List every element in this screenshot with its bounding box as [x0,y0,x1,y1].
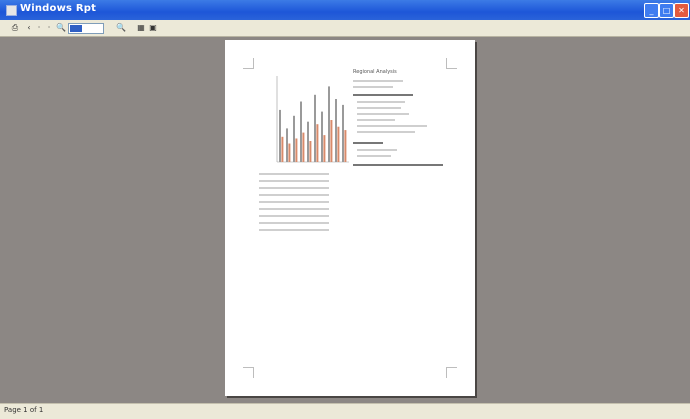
chart-bar [295,138,298,162]
chart-bar [314,94,316,162]
pages-icon[interactable]: ▦ [136,22,146,33]
title-bar: Windows Rpt _ □ ✕ [0,0,690,20]
table-row [259,180,329,182]
toolbar: ⎙ ‹ · · 🔍 🔍 ▦ ▣ [0,20,690,37]
zoom-select[interactable] [68,23,104,34]
status-text: Page 1 of 1 [4,406,44,414]
chart-bar [323,135,326,162]
text-line [357,113,409,115]
print-icon[interactable]: ⎙ [10,22,20,33]
text-line [353,164,443,166]
text-line [357,125,427,127]
chart-bar [335,99,337,162]
close-preview-icon[interactable]: ▣ [148,22,158,33]
text-line [357,101,405,103]
first-page-icon[interactable]: ‹ [24,22,34,33]
status-bar: Page 1 of 1 [0,403,690,419]
chart-bar [328,86,330,162]
window-title: Windows Rpt [20,3,97,14]
minimize-button[interactable]: _ [644,3,659,18]
crop-mark-top-right [446,58,457,69]
chart-bar [337,126,340,162]
text-line [357,119,395,121]
table-row [259,222,329,224]
chart-bar [302,132,305,162]
crop-mark-bottom-left [243,367,254,378]
chart-bar [300,101,302,162]
zoom-selection-highlight [70,25,82,32]
chart-bar [321,111,323,162]
table-row [259,187,329,189]
app-icon [6,5,17,16]
text-line [357,155,391,157]
table-row [259,194,329,196]
crop-mark-top-left [243,58,254,69]
chart-bar [342,104,344,162]
chart-bar [330,120,333,162]
text-line [353,80,403,82]
table-row [259,173,329,175]
preview-area[interactable]: Regional Analysis [0,37,690,403]
text-line [353,142,383,144]
next-page-icon[interactable]: · [44,22,54,33]
table-row [259,208,329,210]
text-line [357,131,415,133]
chart-bar [279,109,281,162]
table-row [259,201,329,203]
maximize-button[interactable]: □ [659,3,674,18]
chart [276,76,349,163]
chart-bar [344,130,347,162]
chart-bar [288,143,291,162]
report-page: Regional Analysis [225,40,475,396]
chart-bar [286,128,288,162]
chart-bar [316,124,319,162]
crop-mark-bottom-right [446,367,457,378]
text-line [357,149,397,151]
chart-bar [281,136,284,162]
prev-page-icon[interactable]: · [34,22,44,33]
page-heading: Regional Analysis [353,69,397,75]
zoom-out-icon[interactable]: 🔍 [56,22,66,33]
text-line [353,86,393,88]
zoom-in-icon[interactable]: 🔍 [116,22,126,33]
chart-bar [293,115,295,162]
table-row [259,215,329,217]
text-line [357,107,401,109]
chart-bar [309,141,312,162]
table-row [259,229,329,231]
text-line [353,94,413,96]
close-button[interactable]: ✕ [674,3,689,18]
chart-bar [307,121,309,162]
